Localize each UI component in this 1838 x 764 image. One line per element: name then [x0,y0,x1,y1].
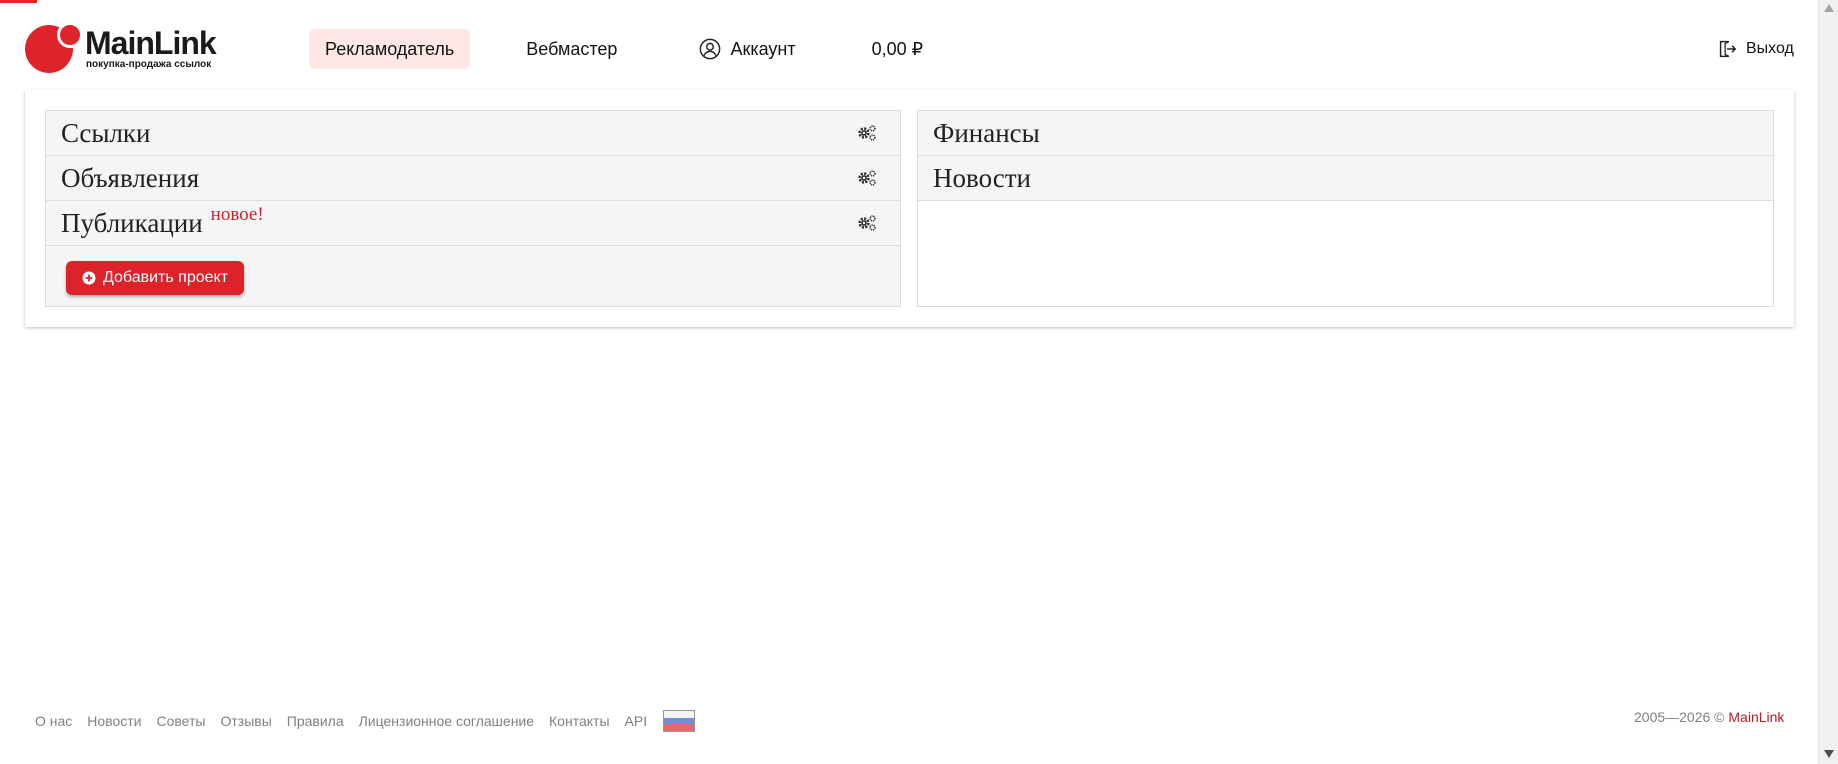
footer-links: О нас Новости Советы Отзывы Правила Лице… [35,710,696,732]
add-project-button[interactable]: Добавить проект [66,261,245,295]
footer-link-news[interactable]: Новости [87,713,141,729]
logo-dot-icon [57,22,83,48]
main-nav: Рекламодатель Вебмастер Аккаунт 0,00 ₽ [309,29,939,69]
panel-title-publications[interactable]: Публикации [61,208,203,239]
footer-link-about[interactable]: О нас [35,713,72,729]
user-circle-icon [700,38,721,60]
gears-icon[interactable] [857,169,877,187]
nav-advertiser[interactable]: Рекламодатель [309,29,471,69]
logout-link[interactable]: Выход [1716,29,1794,69]
header: MainLink покупка-продажа ссылок Рекламод… [0,0,1818,88]
logout-label: Выход [1746,40,1794,57]
add-project-label: Добавить проект [103,269,229,286]
logo-name: MainLink [85,25,217,61]
dashboard-card: Ссылки Объявления Публикации новое! Доба… [25,90,1794,327]
russia-flag-icon[interactable] [663,710,696,732]
scroll-down-arrow-icon[interactable] [1824,750,1834,758]
gears-icon[interactable] [857,214,877,232]
footer-link-rules[interactable]: Правила [287,713,344,729]
footer-link-license[interactable]: Лицензионное соглашение [359,713,534,729]
footer-link-api[interactable]: API [625,713,648,729]
nav-advertiser-label: Рекламодатель [325,38,455,59]
panel-row-ads[interactable]: Объявления [46,156,900,201]
copyright-brand-link[interactable]: MainLink [1728,709,1784,725]
panel-title-finance[interactable]: Финансы [933,118,1040,149]
nav-balance[interactable]: 0,00 ₽ [856,29,940,69]
panel-row-finance[interactable]: Финансы [918,111,1773,156]
panel-row-publications[interactable]: Публикации новое! [46,201,900,246]
nav-account[interactable]: Аккаунт [683,29,811,69]
advertiser-panel: Ссылки Объявления Публикации новое! Доба… [45,110,901,307]
panel-row-links[interactable]: Ссылки [46,111,900,156]
panel-row-news[interactable]: Новости [918,156,1773,201]
vertical-scrollbar[interactable] [1818,0,1838,764]
page: MainLink покупка-продажа ссылок Рекламод… [0,0,1838,764]
footer-link-contacts[interactable]: Контакты [549,713,609,729]
new-badge: новое! [210,204,264,225]
footer-link-tips[interactable]: Советы [157,713,206,729]
logo-tagline: покупка-продажа ссылок [86,59,212,70]
gears-icon[interactable] [857,124,877,142]
panel-title-links[interactable]: Ссылки [61,118,151,149]
copyright: 2005—2026 © MainLink [1634,709,1784,725]
nav-webmaster[interactable]: Вебмастер [510,29,633,69]
plus-circle-icon [82,271,96,285]
scroll-up-arrow-icon[interactable] [1824,4,1834,12]
balance-value: 0,00 ₽ [871,38,924,59]
nav-webmaster-label: Вебмастер [526,38,618,59]
panel-title-ads[interactable]: Объявления [61,163,199,194]
logout-icon [1719,40,1737,58]
panel-title-news[interactable]: Новости [933,163,1031,194]
info-panel: Финансы Новости [917,110,1774,307]
nav-account-label: Аккаунт [730,38,796,59]
copyright-years: 2005—2026 © [1634,709,1725,725]
logo[interactable]: MainLink покупка-продажа ссылок [25,22,225,74]
footer-link-reviews[interactable]: Отзывы [220,713,271,729]
